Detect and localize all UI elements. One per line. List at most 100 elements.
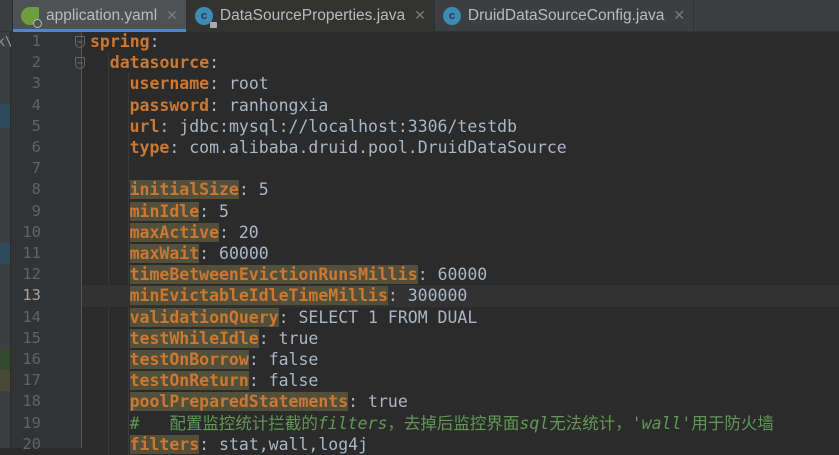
line-number: 14 <box>22 307 41 326</box>
code-line[interactable]: testOnReturn: false <box>129 370 319 391</box>
line-number: 5 <box>31 116 41 135</box>
yaml-key: poolPreparedStatements <box>129 392 349 412</box>
code-line[interactable]: validationQuery: SELECT 1 FROM DUAL <box>129 307 477 328</box>
vcs-change-marker <box>0 243 10 265</box>
line-number: 13 <box>22 286 41 305</box>
code-line[interactable]: initialSize: 5 <box>129 179 269 200</box>
line-number: 17 <box>22 371 41 390</box>
java-class-locked-icon: c <box>194 6 217 28</box>
code-line[interactable]: username: root <box>130 73 269 94</box>
yaml-colon: : <box>387 286 408 306</box>
yaml-key: testOnReturn <box>129 371 249 391</box>
tab-druiddatasourceconfig-java[interactable]: c DruidDataSourceConfig.java ✕ <box>435 0 695 31</box>
vcs-change-marker <box>0 349 10 371</box>
tab-label: DataSourceProperties.java <box>219 6 406 24</box>
close-icon[interactable]: ✕ <box>414 7 426 24</box>
yaml-value: 60000 <box>437 265 488 285</box>
yaml-colon: : <box>159 116 180 136</box>
code-line[interactable]: testWhileIdle: true <box>129 328 319 349</box>
yaml-value: jdbc:mysql://localhost:3306/testdb <box>179 116 518 136</box>
tab-application-yaml[interactable]: application.yaml ✕ <box>13 0 187 32</box>
yaml-colon: : <box>149 32 160 51</box>
vcs-change-marker <box>0 370 10 392</box>
yaml-key: validationQuery <box>129 307 279 327</box>
line-number: 16 <box>22 350 41 368</box>
code-line[interactable]: maxWait: 60000 <box>129 243 269 264</box>
yaml-key: timeBetweenEvictionRunsMillis <box>129 265 418 285</box>
yaml-key: minIdle <box>129 201 200 221</box>
code-line[interactable]: maxActive: 20 <box>129 222 259 243</box>
line-number: 7 <box>31 159 41 178</box>
tab-datasourceproperties-java[interactable]: c DataSourceProperties.java ✕ <box>186 0 435 31</box>
yaml-colon: : <box>199 201 220 221</box>
yaml-key: filters <box>129 434 200 454</box>
code-line[interactable]: url: jdbc:mysql://localhost:3306/testdb <box>130 116 517 137</box>
code-line[interactable]: minEvictableIdleTimeMillis: 300000 <box>129 285 468 306</box>
code-line[interactable]: timeBetweenEvictionRunsMillis: 60000 <box>129 264 488 285</box>
yaml-value: com.alibaba.druid.pool.DruidDataSource <box>189 138 567 157</box>
yaml-key: testOnBorrow <box>129 350 249 369</box>
yaml-value: 20 <box>238 222 259 242</box>
line-number: 12 <box>22 265 41 284</box>
yaml-colon: : <box>258 328 279 348</box>
comment-emphasis: sql <box>519 413 550 433</box>
yaml-key: type <box>129 138 170 157</box>
line-number: 15 <box>22 328 41 347</box>
line-number: 4 <box>31 95 41 114</box>
line-number: 6 <box>31 138 41 156</box>
yaml-key: username <box>129 74 210 94</box>
code-line[interactable]: filters: stat,wall,log4j <box>129 434 369 455</box>
close-icon[interactable]: ✕ <box>166 7 178 24</box>
yaml-key: maxWait <box>129 244 200 263</box>
line-number: 2 <box>31 53 41 72</box>
code-line[interactable]: poolPreparedStatements: true <box>129 391 408 412</box>
yaml-colon: : <box>199 244 220 263</box>
yaml-value: ranhongxia <box>228 95 329 115</box>
yaml-colon: : <box>219 222 239 242</box>
code-line[interactable]: type: com.alibaba.druid.pool.DruidDataSo… <box>130 137 567 158</box>
yaml-colon: : <box>209 74 229 94</box>
yaml-value: root <box>228 74 269 94</box>
yaml-colon: : <box>348 392 369 412</box>
code-line[interactable]: datasource: <box>110 52 219 73</box>
yaml-value: 300000 <box>407 286 468 306</box>
tab-bar-left-edge <box>0 0 13 31</box>
comment-text: # 配置监控统计拦截的 <box>129 413 318 433</box>
fold-marker-icon[interactable]: − <box>75 36 85 48</box>
line-number: 8 <box>31 180 41 199</box>
spring-yaml-icon <box>21 6 42 28</box>
yaml-key: datasource <box>109 53 210 73</box>
yaml-value: 5 <box>219 201 229 221</box>
yaml-key: testWhileIdle <box>129 328 259 348</box>
project-panel-selected-item[interactable] <box>0 104 10 128</box>
comment-text: 用于防火墙 <box>691 413 774 433</box>
code-line[interactable]: password: ranhongxia <box>130 95 329 116</box>
yaml-colon: : <box>209 53 220 73</box>
tab-label: DruidDataSourceConfig.java <box>467 6 665 24</box>
yaml-key: url <box>129 116 160 136</box>
yaml-value: false <box>268 371 319 391</box>
comment-text: ，去掉后监控界面 <box>387 413 520 433</box>
yaml-comment: # 配置监控统计拦截的filters，去掉后监控界面sql无法统计，'wall'… <box>130 414 774 433</box>
yaml-colon: : <box>209 95 229 115</box>
yaml-value: stat,wall,log4j <box>219 434 369 454</box>
tab-label: application.yaml <box>46 6 158 24</box>
yaml-value: true <box>368 392 408 412</box>
line-number: 18 <box>22 392 41 411</box>
yaml-colon: : <box>278 307 299 327</box>
yaml-key: maxActive <box>129 222 219 242</box>
java-class-icon: c <box>442 6 461 25</box>
code-line[interactable]: spring: <box>90 31 160 52</box>
yaml-key: password <box>129 95 210 115</box>
line-number: 11 <box>22 244 41 262</box>
code-line[interactable]: # 配置监控统计拦截的filters，去掉后监控界面sql无法统计，'wall'… <box>130 413 774 434</box>
code-line[interactable]: testOnBorrow: false <box>129 349 318 370</box>
yaml-colon: : <box>199 434 220 454</box>
yaml-value: 60000 <box>219 244 269 263</box>
fold-marker-icon[interactable]: − <box>75 57 85 70</box>
yaml-key: initialSize <box>129 180 239 200</box>
yaml-value: true <box>278 328 319 348</box>
comment-emphasis: filters <box>317 413 388 433</box>
code-line[interactable]: minIdle: 5 <box>129 201 229 222</box>
close-icon[interactable]: ✕ <box>673 7 685 24</box>
